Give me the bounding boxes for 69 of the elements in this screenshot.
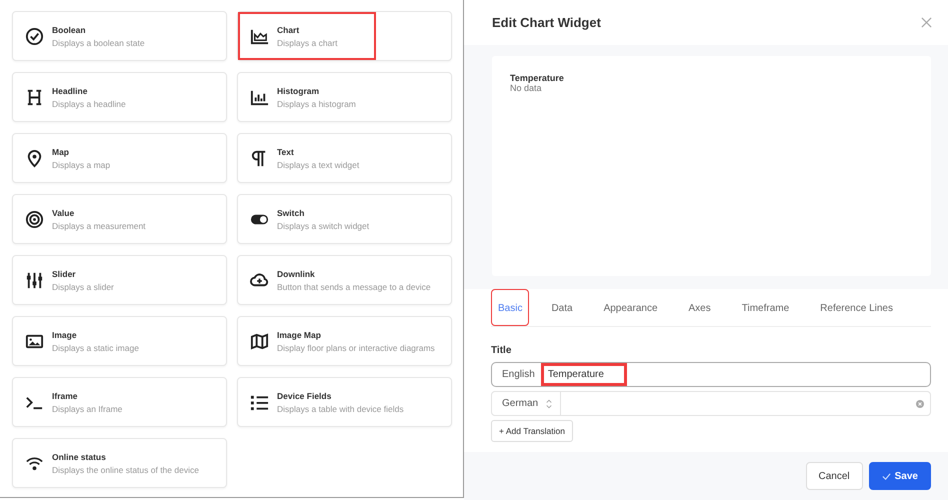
- tab[interactable]: Appearance: [594, 289, 667, 326]
- widget-description: Button that sends a message to a device: [277, 282, 431, 292]
- widget-title: Boolean: [52, 24, 87, 34]
- widget-card[interactable]: Downlink Button that sends a message to a device: [237, 255, 452, 305]
- widget-title: Slider: [52, 268, 77, 278]
- widget-description: Displays a static image: [52, 342, 139, 352]
- no-data-text: No data: [510, 83, 542, 93]
- preview-title: Temperature: [510, 73, 564, 83]
- widget-title: Online status: [52, 452, 107, 462]
- widget-description: Displays an Iframe: [52, 404, 122, 414]
- widget-description: Displays a switch widget: [277, 220, 370, 230]
- widget-title: Iframe: [52, 390, 79, 400]
- widget-title: Switch: [277, 208, 306, 218]
- title-input-field[interactable]: English Temperature: [491, 362, 931, 387]
- language-label: English: [502, 369, 535, 380]
- widget-card[interactable]: Value Displays a measurement: [12, 194, 227, 244]
- tab[interactable]: Axes: [680, 289, 720, 326]
- check-icon: [882, 472, 891, 480]
- widget-card[interactable]: Slider Displays a slider: [12, 255, 227, 305]
- close-icon[interactable]: [921, 17, 932, 28]
- sliders-icon: [25, 270, 44, 290]
- widget-description: Displays a headline: [52, 98, 126, 108]
- widget-card[interactable]: Image Displays a static image: [12, 316, 227, 366]
- widget-title: Downlink: [277, 268, 316, 278]
- check-circle-icon: [25, 26, 44, 46]
- widget-description: Display floor plans or interactive diagrams: [277, 342, 435, 352]
- target-icon: [25, 210, 44, 228]
- widget-card[interactable]: Boolean Displays a boolean state: [12, 11, 227, 61]
- widget-card[interactable]: Switch Displays a switch widget: [237, 194, 452, 244]
- widget-card[interactable]: Device Fields Displays a table with device fields: [237, 377, 452, 427]
- widget-description: Displays a boolean state: [52, 38, 145, 48]
- widget-card[interactable]: Text Displays a text widget: [237, 133, 452, 183]
- map-pin-icon: [25, 148, 44, 168]
- widget-card[interactable]: Iframe Displays an Iframe: [12, 377, 227, 427]
- widget-card[interactable]: Chart Displays a chart: [237, 11, 452, 61]
- tab[interactable]: Data: [542, 289, 582, 326]
- widget-card[interactable]: Image Map Display floor plans or interactive diagrams: [237, 316, 452, 366]
- widget-card[interactable]: Headline Displays a headline: [12, 72, 227, 122]
- widget-card[interactable]: Map Displays a map: [12, 133, 227, 183]
- widget-title: Image: [52, 330, 78, 340]
- tab[interactable]: Reference Lines: [811, 289, 902, 326]
- folded-map-icon: [250, 332, 269, 350]
- add-translation-button[interactable]: + Add Translation: [491, 420, 573, 442]
- widget-title: Map: [52, 146, 70, 156]
- title-label: Title: [491, 345, 512, 356]
- widget-title: Chart: [277, 24, 300, 34]
- widget-description: Displays a map: [52, 160, 110, 170]
- widget-title: Image Map: [277, 330, 322, 340]
- widget-title: Text: [277, 146, 295, 156]
- tab[interactable]: Basic: [491, 289, 530, 326]
- widget-description: Displays a text widget: [277, 160, 360, 170]
- widget-card[interactable]: Online status Displays the online status of the device: [12, 438, 227, 488]
- widget-description: Displays a chart: [277, 38, 338, 48]
- widget-title: Histogram: [277, 86, 320, 96]
- tab[interactable]: Timeframe: [732, 289, 798, 326]
- headline-icon: [25, 88, 44, 106]
- cancel-button[interactable]: Cancel: [806, 462, 863, 490]
- widget-card[interactable]: Histogram Displays a histogram: [237, 72, 452, 122]
- dialog-title: Edit Chart Widget: [492, 15, 601, 30]
- widget-description: Displays a table with device fields: [277, 404, 404, 414]
- save-button[interactable]: Save: [868, 462, 931, 490]
- widget-title: Device Fields: [277, 390, 332, 400]
- widget-description: Displays a slider: [52, 282, 114, 292]
- widget-description: Displays a measurement: [52, 220, 146, 230]
- widget-description: Displays the online status of the device: [52, 464, 199, 474]
- widget-title: Headline: [52, 86, 88, 96]
- field-value: Temperature: [548, 369, 604, 380]
- widget-description: Displays a histogram: [277, 98, 356, 108]
- widget-title: Value: [52, 208, 76, 218]
